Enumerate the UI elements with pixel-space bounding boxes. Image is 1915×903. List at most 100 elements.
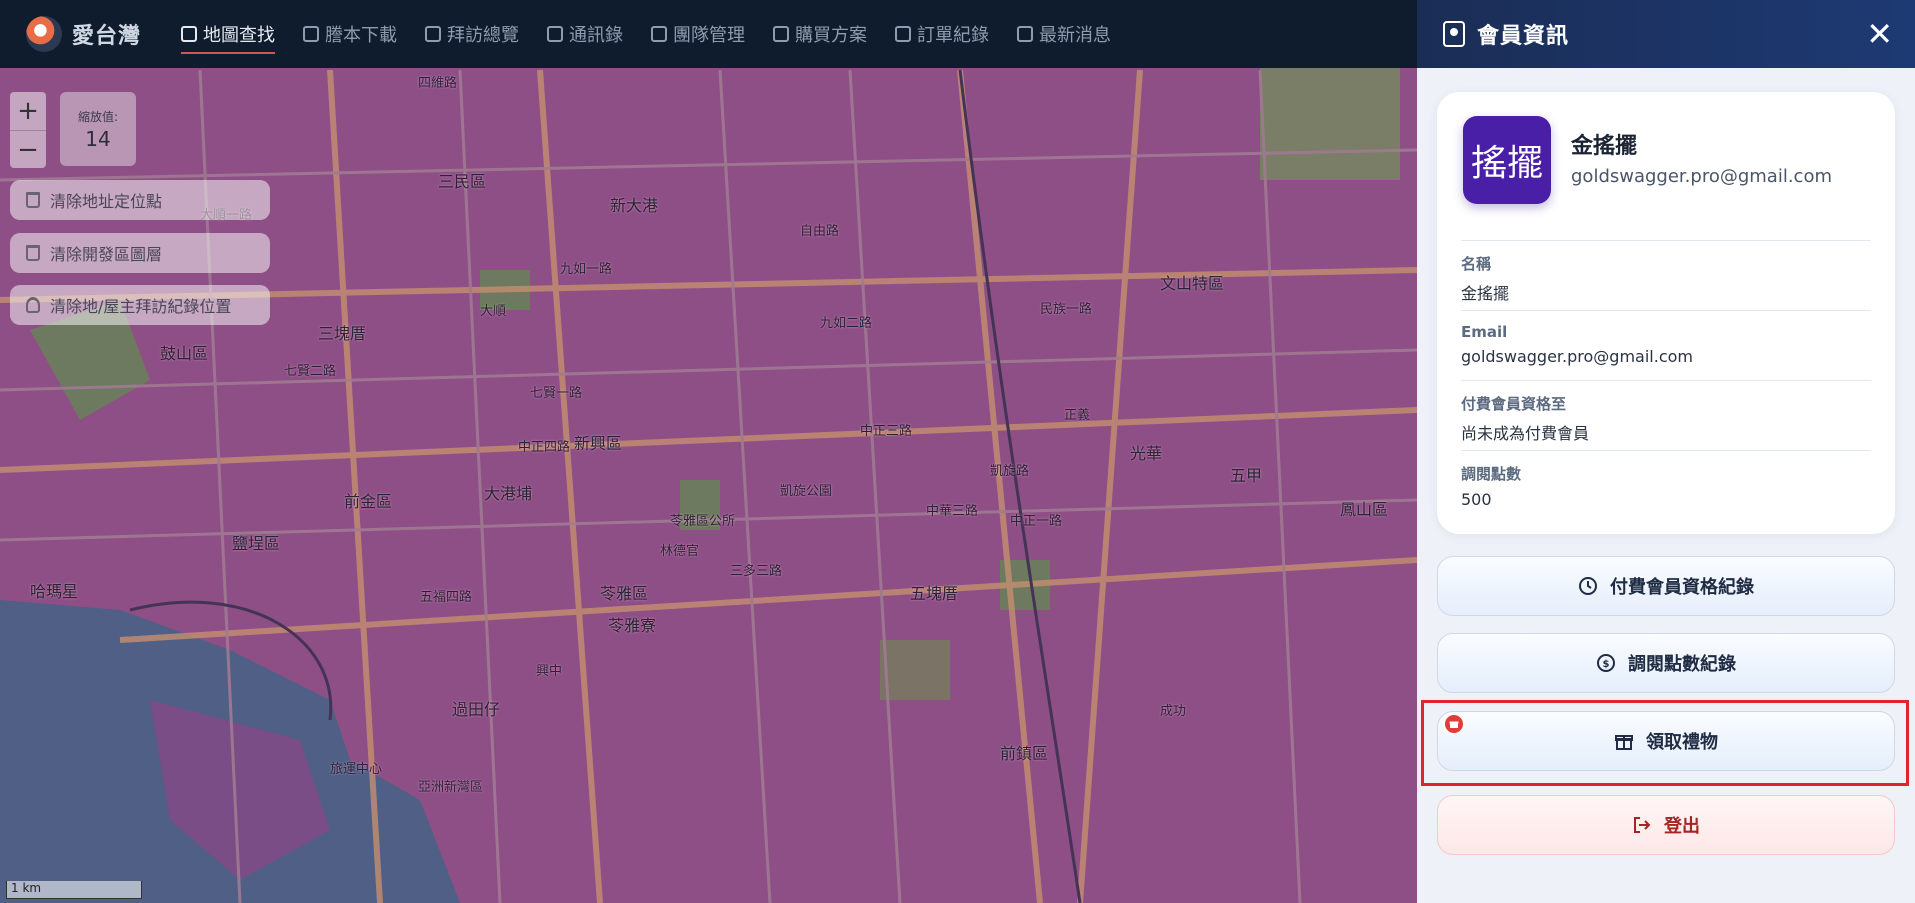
map-label: 中正四路 — [518, 440, 571, 455]
zoom-level-label: 縮放值: — [77, 110, 119, 124]
map-canvas[interactable]: 四維路 大順 三民區 新大港 九如一路 九如二路 三塊厝 七賢一路 新興區 前金… — [0, 0, 1417, 903]
map-label: 中正三路 — [860, 424, 913, 439]
map-label: 鹽埕區 — [232, 534, 281, 553]
field-value: 500 — [1461, 490, 1492, 509]
panel-title: 會員資訊 — [1477, 24, 1570, 49]
map-label: 三多三路 — [730, 564, 783, 579]
clear-button-label: 清除地址定位點 — [50, 192, 163, 211]
nav-item-purchase-plans[interactable]: 購買方案 — [759, 0, 881, 68]
map-label: 成功 — [1160, 704, 1187, 719]
report-icon — [425, 26, 442, 42]
wallet-icon — [773, 26, 790, 42]
nav-item-visit-overview[interactable]: 拜訪總覽 — [411, 0, 533, 68]
coin-icon: $ — [1597, 654, 1615, 672]
avatar: 搖擺 — [1463, 116, 1551, 204]
zoom-control: + − — [10, 92, 46, 168]
gift-icon — [1615, 735, 1633, 750]
nav-item-contacts[interactable]: 通訊錄 — [533, 0, 637, 68]
clear-development-layer-button[interactable]: 清除開發區圖層 — [10, 233, 270, 273]
field-label: 名稱 — [1461, 255, 1492, 273]
map-label: 林德官 — [660, 544, 700, 559]
map-label: 七賢一路 — [530, 386, 583, 401]
document-icon — [303, 26, 320, 42]
map-label: 光華 — [1130, 444, 1163, 463]
nav-item-transcript-download[interactable]: 謄本下載 — [289, 0, 411, 68]
contact-card-icon — [547, 26, 564, 42]
map-label: 鳳山區 — [1340, 500, 1389, 519]
map-label: 鼓山區 — [160, 344, 209, 363]
id-badge-icon — [1443, 21, 1465, 47]
brand-name: 愛台灣 — [72, 24, 142, 49]
map-label: 九如二路 — [820, 316, 873, 331]
map-label: 中華三路 — [926, 504, 979, 519]
map-label: 苓雅區 — [600, 584, 649, 603]
logo-icon — [26, 16, 62, 52]
zoom-level-value: 14 — [85, 127, 111, 151]
map-label: 正義 — [1064, 408, 1091, 423]
nav-item-label: 通訊錄 — [569, 25, 624, 46]
map-label: 過田仔 — [452, 700, 501, 719]
map-label: 前鎮區 — [1000, 744, 1049, 763]
clear-button-label: 清除開發區圖層 — [50, 245, 163, 264]
claim-gift-button[interactable]: 領取禮物 — [1437, 711, 1895, 771]
clear-address-markers-button[interactable]: 清除地址定位點 — [10, 180, 270, 220]
field-label: 調閱點數 — [1461, 465, 1522, 483]
map-label: 三塊厝 — [318, 324, 367, 343]
nav-item-map-search[interactable]: 地圖查找 — [167, 0, 289, 68]
brand[interactable]: 愛台灣 — [26, 16, 141, 52]
nav-item-label: 最新消息 — [1039, 25, 1112, 46]
logout-icon — [1634, 817, 1651, 833]
nav-item-label: 地圖查找 — [203, 25, 276, 46]
map-label: 自由路 — [800, 224, 840, 239]
field-value: goldswagger.pro@gmail.com — [1461, 347, 1693, 366]
map-label: 亞洲新灣區 — [418, 780, 484, 795]
user-pin-icon — [26, 297, 40, 313]
nav-item-order-history[interactable]: 訂單紀錄 — [881, 0, 1003, 68]
button-label: 領取禮物 — [1646, 732, 1718, 753]
close-icon[interactable]: ✕ — [1866, 18, 1893, 50]
field-value: 金搖擺 — [1461, 284, 1510, 303]
field-name: 名稱 金搖擺 — [1461, 240, 1871, 304]
logout-button[interactable]: 登出 — [1437, 795, 1895, 855]
membership-history-button[interactable]: 付費會員資格紀錄 — [1437, 556, 1895, 616]
map-icon — [181, 26, 198, 42]
nav-item-label: 拜訪總覽 — [447, 25, 520, 46]
nav-item-news[interactable]: 最新消息 — [1003, 0, 1125, 68]
clear-button-label: 清除地/屋主拜訪紀錄位置 — [50, 297, 232, 316]
button-label: 登出 — [1664, 816, 1700, 837]
map-label: 民族一路 — [1040, 302, 1093, 317]
map-label: 中正一路 — [1010, 514, 1063, 529]
map-label: 興中 — [536, 664, 563, 679]
map-label: 新大港 — [610, 196, 659, 215]
zoom-out-button[interactable]: − — [10, 130, 46, 169]
map-scale-bar: 1 km — [6, 881, 142, 899]
map-label: 七賢二路 — [284, 364, 337, 379]
map-label: 苓雅區公所 — [670, 514, 736, 529]
trash-icon — [26, 245, 40, 261]
receipt-icon — [895, 26, 912, 42]
member-info-panel: 會員資訊 ✕ 搖擺 金搖擺 goldswagger.pro@gmail.com … — [1417, 0, 1915, 903]
field-label: Email — [1461, 323, 1508, 341]
field-value: 尚未成為付費會員 — [1461, 424, 1590, 443]
button-label: 付費會員資格紀錄 — [1610, 577, 1754, 598]
nav-item-team-management[interactable]: 團隊管理 — [637, 0, 759, 68]
field-label: 付費會員資格至 — [1461, 395, 1567, 413]
nav-item-label: 購買方案 — [795, 25, 868, 46]
zoom-in-button[interactable]: + — [10, 92, 46, 130]
field-points: 調閱點數 500 — [1461, 450, 1871, 509]
gift-notification-badge — [1443, 713, 1465, 735]
points-history-button[interactable]: $ 調閱點數紀錄 — [1437, 633, 1895, 693]
map-label: 大港埔 — [484, 484, 533, 503]
member-email: goldswagger.pro@gmail.com — [1571, 166, 1832, 187]
clear-visit-records-button[interactable]: 清除地/屋主拜訪紀錄位置 — [10, 285, 270, 325]
map-label: 五塊厝 — [910, 584, 959, 603]
member-card: 搖擺 金搖擺 goldswagger.pro@gmail.com 名稱 金搖擺 … — [1437, 92, 1895, 534]
nav-item-label: 謄本下載 — [325, 25, 398, 46]
map-label: 五甲 — [1230, 466, 1263, 485]
map-label: 凱旋路 — [990, 464, 1030, 479]
svg-text:$: $ — [1603, 659, 1610, 670]
nav-item-label: 團隊管理 — [673, 25, 746, 46]
news-icon — [1017, 26, 1034, 42]
zoom-level-display: 縮放值: 14 — [60, 92, 136, 166]
map-label: 文山特區 — [1160, 274, 1225, 293]
